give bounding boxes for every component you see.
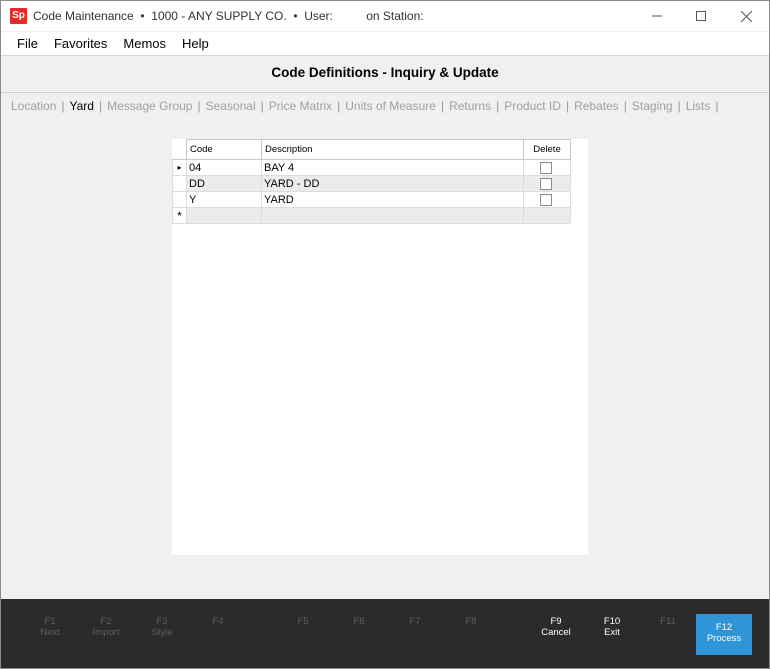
close-icon	[740, 10, 752, 22]
row-header	[172, 191, 187, 208]
f7-button[interactable]: F7	[387, 616, 443, 656]
menu-favorites[interactable]: Favorites	[46, 32, 115, 56]
delete-cell	[523, 175, 571, 192]
f3-style-button[interactable]: F3 Style	[134, 616, 190, 656]
code-grid: Code Description Delete ▸ 04 BAY 4 DD YA…	[172, 139, 571, 224]
minimize-button[interactable]	[634, 1, 680, 31]
tab-product-id[interactable]: Product ID	[500, 99, 565, 113]
minimize-icon	[652, 15, 662, 17]
tab-price-matrix[interactable]: Price Matrix	[265, 99, 336, 113]
tab-staging[interactable]: Staging	[628, 99, 677, 113]
new-delete-cell[interactable]	[523, 207, 571, 224]
window-title: Code Maintenance • 1000 - ANY SUPPLY CO.…	[33, 9, 424, 23]
menu-bar: File Favorites Memos Help	[1, 32, 769, 56]
tab-yard[interactable]: Yard	[66, 99, 98, 113]
delete-checkbox[interactable]	[540, 193, 552, 206]
description-cell[interactable]: BAY 4	[261, 159, 524, 176]
f4-button[interactable]: F4	[190, 616, 246, 656]
table-row[interactable]: Y YARD	[172, 191, 571, 208]
new-description-cell[interactable]	[261, 207, 524, 224]
menu-help[interactable]: Help	[174, 32, 217, 56]
row-header-corner	[172, 139, 187, 160]
new-row-asterisk-icon: *	[172, 207, 187, 224]
code-cell[interactable]: 04	[186, 159, 262, 176]
code-cell[interactable]: DD	[186, 175, 262, 192]
new-code-cell[interactable]	[186, 207, 262, 224]
description-cell[interactable]: YARD	[261, 191, 524, 208]
f8-button[interactable]: F8	[443, 616, 499, 656]
row-header	[172, 175, 187, 192]
delete-cell	[523, 191, 571, 208]
delete-checkbox[interactable]	[540, 161, 552, 174]
f10-exit-button[interactable]: F10 Exit	[584, 616, 640, 656]
tab-returns[interactable]: Returns	[445, 99, 495, 113]
f5-button[interactable]: F5	[275, 616, 331, 656]
table-row[interactable]: DD YARD - DD	[172, 175, 571, 192]
f6-button[interactable]: F6	[331, 616, 387, 656]
menu-memos[interactable]: Memos	[115, 32, 174, 56]
code-grid-panel: Code Description Delete ▸ 04 BAY 4 DD YA…	[172, 139, 588, 555]
code-cell[interactable]: Y	[186, 191, 262, 208]
f12-process-button[interactable]: F12 Process	[696, 614, 752, 655]
maximize-icon	[696, 11, 706, 21]
page-title: Code Definitions - Inquiry & Update	[271, 65, 499, 80]
tab-rebates[interactable]: Rebates	[570, 99, 623, 113]
description-cell[interactable]: YARD - DD	[261, 175, 524, 192]
page-header: Code Definitions - Inquiry & Update	[1, 57, 769, 93]
title-bar: Sp Code Maintenance • 1000 - ANY SUPPLY …	[1, 1, 769, 31]
current-row-indicator-icon: ▸	[172, 159, 187, 176]
new-row[interactable]: *	[172, 207, 571, 224]
function-key-bar: F1 Next F2 Import F3 Style F4 F5 F6 F7 F8 F…	[1, 599, 769, 668]
delete-cell	[523, 159, 571, 176]
f1-next-button[interactable]: F1 Next	[22, 616, 78, 656]
tab-strip: Location | Yard | Message Group | Seasonal |…	[1, 97, 769, 115]
delete-checkbox[interactable]	[540, 177, 552, 190]
table-row[interactable]: ▸ 04 BAY 4	[172, 159, 571, 176]
column-header-description[interactable]: Description	[261, 139, 524, 160]
f11-button[interactable]: F11	[640, 616, 696, 656]
tab-units-of-measure[interactable]: Units of Measure	[341, 99, 440, 113]
tab-location[interactable]: Location	[7, 99, 60, 113]
menu-file[interactable]: File	[9, 32, 46, 56]
tab-seasonal[interactable]: Seasonal	[202, 99, 260, 113]
tab-lists[interactable]: Lists	[682, 99, 715, 113]
main-window: Sp Code Maintenance • 1000 - ANY SUPPLY …	[0, 0, 770, 669]
tab-message-group[interactable]: Message Group	[103, 99, 196, 113]
f2-import-button[interactable]: F2 Import	[78, 616, 134, 656]
app-logo: Sp	[10, 8, 27, 24]
close-button[interactable]	[723, 1, 769, 31]
f9-cancel-button[interactable]: F9 Cancel	[528, 616, 584, 656]
column-header-delete[interactable]: Delete	[523, 139, 571, 160]
column-header-code[interactable]: Code	[186, 139, 262, 160]
maximize-button[interactable]	[678, 1, 724, 31]
tab-separator: |	[715, 99, 719, 113]
